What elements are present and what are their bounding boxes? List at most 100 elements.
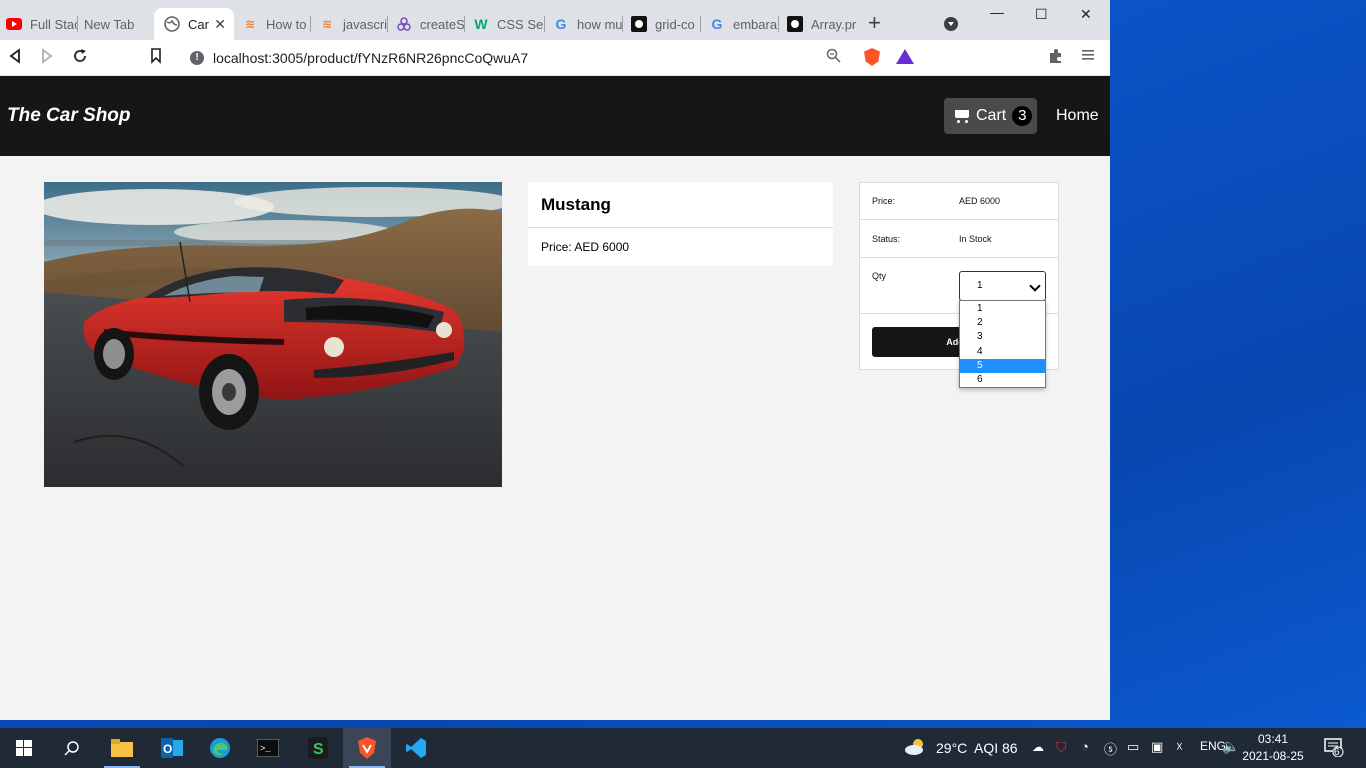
tab-createslice[interactable]: createSl — [388, 8, 465, 40]
tab-label: javascrip — [343, 16, 388, 32]
reload-icon[interactable] — [72, 48, 88, 69]
qty-option-4[interactable]: 4 — [960, 345, 1045, 359]
windows-taskbar: O >_ S 29°C AQI 86 ☁ ⛉ ◔ ⓢ ▭ ▣ ☓ ENG 🔈 0… — [0, 728, 1366, 768]
w3schools-icon: W — [474, 16, 488, 32]
tab-label: embara — [733, 16, 778, 32]
tab-grid-column[interactable]: grid-co — [623, 8, 701, 40]
svg-text:>_: >_ — [260, 744, 271, 754]
price-value: AED 6000 — [959, 196, 1001, 206]
battery-icon[interactable]: ▭ — [1127, 739, 1139, 755]
outlook-icon[interactable]: O — [148, 728, 196, 768]
tab-label: Car — [188, 16, 209, 32]
chevron-down-icon — [1029, 280, 1041, 292]
status-row: Status: In Stock — [860, 220, 1058, 258]
mdn-icon — [787, 16, 803, 32]
tab-label: New Tab — [84, 16, 135, 32]
minimize-icon[interactable]: — — [990, 4, 1004, 20]
youtube-icon — [6, 16, 22, 32]
svg-text:O: O — [163, 742, 172, 756]
tab-javascript[interactable]: ≋ javascrip — [311, 8, 388, 40]
site-info-icon[interactable]: ! — [190, 51, 204, 65]
menu-hamburger-icon[interactable] — [1082, 48, 1094, 67]
system-clock[interactable]: 03:41 2021-08-25 — [1240, 731, 1306, 765]
qty-option-2[interactable]: 2 — [960, 316, 1045, 330]
qty-option-3[interactable]: 3 — [960, 330, 1045, 344]
bookmark-icon[interactable] — [150, 48, 162, 69]
new-tab-plus-icon[interactable]: + — [868, 12, 881, 34]
tab-array-prototype[interactable]: Array.pr — [779, 8, 857, 40]
weather-cloud-sun-icon[interactable] — [904, 738, 928, 759]
weather-temp[interactable]: 29°C — [936, 740, 967, 756]
globe-icon — [164, 16, 180, 32]
forward-icon[interactable] — [40, 48, 54, 69]
back-icon[interactable] — [8, 48, 22, 69]
clock-time: 03:41 — [1257, 732, 1289, 746]
weather-aqi[interactable]: AQI 86 — [974, 740, 1018, 756]
tab-embarassing[interactable]: G embara — [701, 8, 779, 40]
start-windows-icon[interactable] — [0, 728, 48, 768]
mcafee-shield-icon[interactable]: ⛉ — [1056, 739, 1067, 756]
qty-option-6[interactable]: 6 — [960, 373, 1045, 387]
google-icon: G — [555, 16, 567, 32]
search-icon[interactable] — [48, 728, 96, 768]
tab-search-icon[interactable] — [944, 17, 958, 31]
close-tab-icon[interactable]: ✕ — [214, 16, 226, 33]
status-label: Status: — [872, 234, 901, 244]
tab-youtube[interactable]: Full Stac — [0, 8, 78, 40]
status-value: In Stock — [959, 234, 992, 244]
product-info-card: Mustang Price: AED 6000 — [528, 182, 833, 266]
redux-icon — [396, 16, 412, 32]
app-s-icon[interactable]: S — [294, 728, 342, 768]
brand-logo-text[interactable]: The Car Shop — [7, 105, 131, 127]
edge-icon[interactable] — [196, 728, 244, 768]
github-icon — [631, 16, 647, 32]
divider — [528, 227, 833, 228]
network-disconnected-icon[interactable]: ☓ — [1176, 739, 1183, 755]
product-name: Mustang — [541, 195, 611, 214]
tab-label: grid-co — [655, 16, 695, 32]
notification-count: 6 — [1334, 747, 1340, 758]
google-icon: G — [711, 16, 723, 32]
file-explorer-icon[interactable] — [98, 728, 146, 768]
clock-date: 2021-08-25 — [1242, 749, 1304, 763]
extensions-puzzle-icon[interactable] — [1048, 48, 1064, 69]
qty-option-1[interactable]: 1 — [960, 302, 1045, 316]
tray-security-icon[interactable]: ☁ — [1032, 740, 1044, 754]
vscode-icon[interactable] — [392, 728, 440, 768]
home-link[interactable]: Home — [1056, 107, 1099, 125]
tab-label: createSl — [420, 16, 465, 32]
price-label: Price: — [872, 196, 896, 206]
tab-new-tab[interactable]: New Tab — [78, 8, 154, 40]
cart-label: Cart — [976, 107, 1007, 124]
stackoverflow-icon: ≋ — [244, 17, 256, 31]
tab-how-to[interactable]: ≋ How to — [234, 8, 311, 40]
tab-label: Array.pr — [811, 16, 857, 32]
address-bar[interactable]: ! localhost:3005/product/fYNzR6NR26pncCo… — [180, 44, 924, 72]
qty-option-5[interactable]: 5 — [960, 358, 1045, 373]
display-icon[interactable]: ▣ — [1151, 739, 1163, 755]
wifi-icon[interactable]: ◔ — [1081, 739, 1089, 754]
close-window-icon[interactable]: ✕ — [1080, 6, 1092, 23]
volume-icon[interactable]: 🔈 — [1222, 738, 1239, 755]
qty-dropdown-list: 1 2 3 4 5 6 — [959, 300, 1046, 388]
maximize-icon[interactable]: ☐ — [1035, 6, 1048, 23]
page-content: The Car Shop Cart 3 Home Mustang Price: … — [0, 76, 1110, 720]
skype-icon[interactable]: ⓢ — [1104, 739, 1117, 758]
tab-how-much[interactable]: G how mu — [545, 8, 623, 40]
qty-select[interactable]: 1 — [959, 271, 1046, 301]
zoom-icon[interactable] — [826, 48, 841, 67]
brave-browser-icon[interactable] — [343, 728, 391, 768]
cart-button[interactable]: Cart 3 — [944, 98, 1037, 134]
browser-toolbar: ! localhost:3005/product/fYNzR6NR26pncCo… — [0, 40, 1110, 76]
url-text: localhost:3005/product/fYNzR6NR26pncCoQw… — [213, 50, 529, 66]
product-image — [44, 182, 502, 487]
brave-shields-icon[interactable] — [864, 48, 880, 66]
stackoverflow-icon: ≋ — [321, 17, 333, 31]
product-price: Price: AED 6000 — [541, 240, 630, 254]
price-row: Price: AED 6000 — [860, 183, 1058, 220]
tab-css-selectors[interactable]: W CSS Sel — [465, 8, 545, 40]
tab-car[interactable]: Car ✕ — [154, 8, 234, 40]
qty-selected-value: 1 — [977, 280, 983, 291]
terminal-icon[interactable]: >_ — [244, 728, 292, 768]
brave-rewards-icon[interactable] — [896, 49, 914, 64]
